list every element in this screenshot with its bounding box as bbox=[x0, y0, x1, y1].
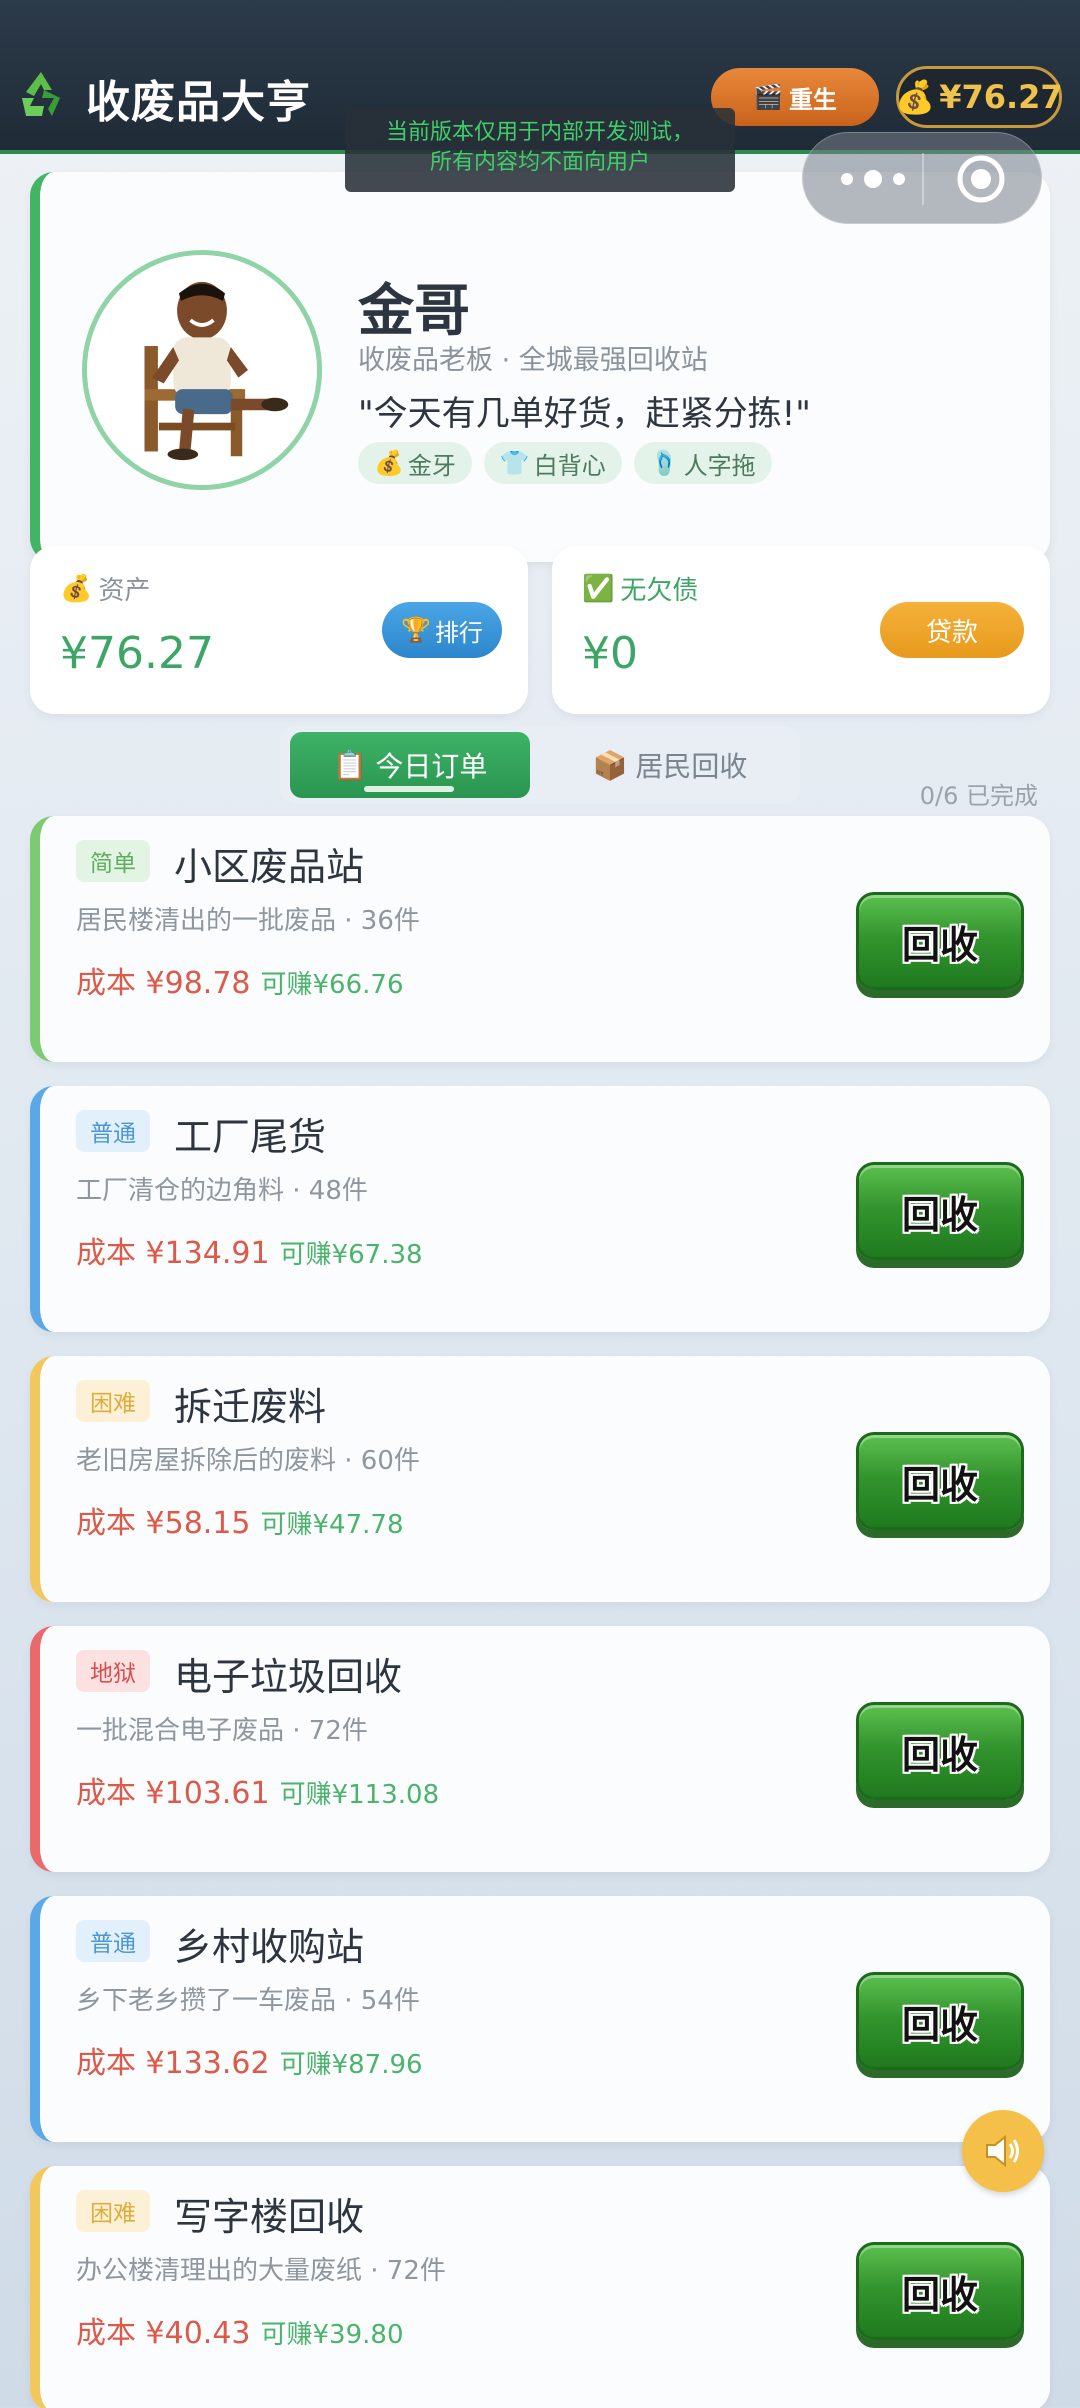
order-description: 工厂清仓的边角料 · 48件 bbox=[76, 1176, 368, 1206]
profile-name: 金哥 bbox=[358, 279, 470, 344]
order-card: 地狱 电子垃圾回收 一批混合电子废品 · 72件 成本 ¥103.61 可赚¥1… bbox=[30, 1626, 1050, 1872]
money-bag-icon: 💰 bbox=[374, 449, 404, 477]
order-earn: 可赚¥47.78 bbox=[260, 1510, 404, 1540]
sound-toggle-button[interactable] bbox=[962, 2110, 1044, 2192]
profile-subtitle: 收废品老板 · 全城最强回收站 bbox=[358, 345, 708, 376]
profile-tags: 💰 金牙 👕 白背心 🩴 人字拖 bbox=[358, 442, 772, 484]
order-money: 成本 ¥98.78 可赚¥66.76 bbox=[76, 958, 404, 1002]
difficulty-badge: 困难 bbox=[76, 1380, 150, 1422]
recycle-icon bbox=[22, 72, 60, 116]
clipboard-icon: 📋 bbox=[332, 748, 368, 782]
character-illustration bbox=[144, 281, 289, 461]
order-description: 办公楼清理出的大量废纸 · 72件 bbox=[76, 2256, 446, 2286]
dev-notice-line1: 当前版本仅用于内部开发测试， bbox=[385, 120, 694, 145]
difficulty-badge: 困难 bbox=[76, 2190, 150, 2232]
loan-button[interactable]: 贷款 bbox=[880, 602, 1024, 658]
balance-display: 💰 ¥76.27 bbox=[895, 66, 1063, 128]
order-title: 乡村收购站 bbox=[174, 1925, 365, 1969]
debt-card: ✅ 无欠债 ¥0 贷款 bbox=[552, 546, 1050, 714]
assets-label: 💰 资产 bbox=[60, 573, 151, 607]
order-title: 小区废品站 bbox=[174, 845, 365, 889]
assets-value: ¥76.27 bbox=[60, 628, 214, 679]
close-miniprogram-icon[interactable] bbox=[955, 153, 1007, 205]
order-description: 乡下老乡攒了一车废品 · 54件 bbox=[76, 1986, 420, 2016]
order-description: 老旧房屋拆除后的废料 · 60件 bbox=[76, 1446, 420, 1476]
dev-notice-banner: 当前版本仅用于内部开发测试， 所有内容均不面向用户 bbox=[345, 108, 735, 192]
order-card: 简单 小区废品站 居民楼清出的一批废品 · 36件 成本 ¥98.78 可赚¥6… bbox=[30, 816, 1050, 1062]
order-cost: 成本 ¥40.43 bbox=[76, 2316, 251, 2351]
rebirth-label: 重生 bbox=[788, 85, 837, 114]
shirt-icon: 👕 bbox=[499, 449, 530, 477]
money-bag-icon: 💰 bbox=[60, 573, 93, 604]
order-money: 成本 ¥103.61 可赚¥113.08 bbox=[76, 1768, 439, 1812]
order-title: 工厂尾货 bbox=[174, 1115, 327, 1159]
order-earn: 可赚¥113.08 bbox=[279, 1780, 440, 1810]
order-cost: 成本 ¥133.62 bbox=[76, 2046, 270, 2081]
order-money: 成本 ¥58.15 可赚¥47.78 bbox=[76, 1498, 404, 1542]
miniprogram-capsule bbox=[802, 132, 1042, 224]
sandal-icon: 🩴 bbox=[649, 449, 680, 477]
difficulty-badge: 地狱 bbox=[76, 1650, 150, 1692]
package-icon: 📦 bbox=[592, 748, 628, 782]
order-money: 成本 ¥133.62 可赚¥87.96 bbox=[76, 2038, 423, 2082]
more-icon[interactable] bbox=[833, 165, 913, 193]
order-cost: 成本 ¥98.78 bbox=[76, 966, 251, 1001]
order-card: 困难 拆迁废料 老旧房屋拆除后的废料 · 60件 成本 ¥58.15 可赚¥47… bbox=[30, 1356, 1050, 1602]
order-description: 居民楼清出的一批废品 · 36件 bbox=[76, 906, 420, 936]
order-card: 普通 工厂尾货 工厂清仓的边角料 · 48件 成本 ¥134.91 可赚¥67.… bbox=[30, 1086, 1050, 1332]
order-title: 电子垃圾回收 bbox=[174, 1655, 403, 1699]
order-cost: 成本 ¥58.15 bbox=[76, 1506, 251, 1541]
order-earn: 可赚¥66.76 bbox=[260, 970, 404, 1000]
recycle-button[interactable]: 回收 bbox=[856, 2242, 1024, 2340]
clapperboard-icon: 🎬 bbox=[753, 83, 783, 111]
order-earn: 可赚¥67.38 bbox=[279, 1240, 423, 1270]
order-progress: 0/6 已完成 bbox=[919, 782, 1038, 810]
recycle-button[interactable]: 回收 bbox=[856, 1702, 1024, 1800]
tag-white-vest: 👕 白背心 bbox=[483, 442, 622, 484]
tag-flip-flops: 🩴 人字拖 bbox=[633, 442, 772, 484]
rebirth-button[interactable]: 🎬 重生 bbox=[711, 68, 879, 126]
profile-quote: "今天有几单好货，赶紧分拣!" bbox=[358, 394, 811, 434]
order-card: 普通 乡村收购站 乡下老乡攒了一车废品 · 54件 成本 ¥133.62 可赚¥… bbox=[30, 1896, 1050, 2142]
avatar bbox=[82, 250, 322, 490]
recycle-button[interactable]: 回收 bbox=[856, 1162, 1024, 1260]
debt-value: ¥0 bbox=[582, 628, 638, 679]
order-cost: 成本 ¥134.91 bbox=[76, 1236, 270, 1271]
recycle-button[interactable]: 回收 bbox=[856, 892, 1024, 990]
tag-gold-tooth: 💰 金牙 bbox=[358, 442, 472, 484]
tab-today-orders[interactable]: 📋 今日订单 bbox=[290, 732, 530, 798]
balance-value: ¥76.27 bbox=[939, 78, 1063, 116]
order-cost: 成本 ¥103.61 bbox=[76, 1776, 270, 1811]
money-bag-icon: 💰 bbox=[895, 78, 936, 116]
trophy-icon: 🏆 bbox=[401, 616, 431, 644]
order-title: 写字楼回收 bbox=[174, 2195, 365, 2239]
order-money: 成本 ¥40.43 可赚¥39.80 bbox=[76, 2308, 404, 2352]
order-money: 成本 ¥134.91 可赚¥67.38 bbox=[76, 1228, 423, 1272]
dev-notice-line2: 所有内容均不面向用户 bbox=[429, 150, 650, 175]
recycle-button[interactable]: 回收 bbox=[856, 1432, 1024, 1530]
recycle-button[interactable]: 回收 bbox=[856, 1972, 1024, 2070]
order-earn: 可赚¥87.96 bbox=[279, 2050, 423, 2080]
check-icon: ✅ bbox=[582, 573, 615, 604]
speaker-icon bbox=[986, 2134, 1019, 2168]
capsule-divider bbox=[922, 153, 924, 205]
order-card: 困难 写字楼回收 办公楼清理出的大量废纸 · 72件 成本 ¥40.43 可赚¥… bbox=[30, 2166, 1050, 2408]
profile-card: 金哥 收废品老板 · 全城最强回收站 "今天有几单好货，赶紧分拣!" 💰 金牙 … bbox=[30, 172, 1050, 562]
order-tabs: 📋 今日订单 📦 居民回收 bbox=[280, 726, 800, 804]
difficulty-badge: 普通 bbox=[76, 1110, 150, 1152]
assets-card: 💰 资产 ¥76.27 🏆 排行 bbox=[30, 546, 528, 714]
order-description: 一批混合电子废品 · 72件 bbox=[76, 1716, 368, 1746]
difficulty-badge: 简单 bbox=[76, 840, 150, 882]
difficulty-badge: 普通 bbox=[76, 1920, 150, 1962]
order-earn: 可赚¥39.80 bbox=[260, 2320, 404, 2350]
order-title: 拆迁废料 bbox=[174, 1385, 327, 1429]
tab-resident-recycle[interactable]: 📦 居民回收 bbox=[550, 732, 790, 798]
app-title: 收废品大亨 bbox=[86, 77, 311, 128]
rank-button[interactable]: 🏆 排行 bbox=[382, 602, 502, 658]
debt-label: ✅ 无欠债 bbox=[582, 573, 699, 607]
